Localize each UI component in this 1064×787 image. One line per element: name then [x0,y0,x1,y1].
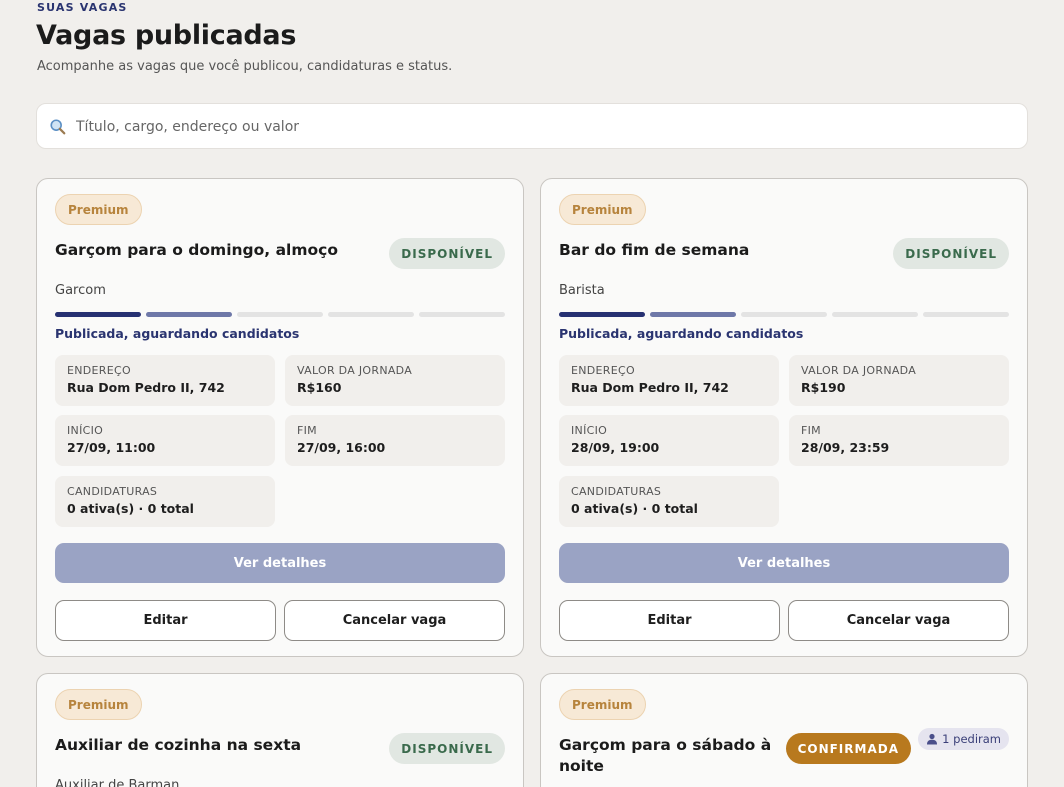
job-card: Premium Garçom para o domingo, almoço DI… [36,178,524,657]
page-eyebrow: SUAS VAGAS [37,1,128,14]
info-value: Rua Dom Pedro II, 742 [67,380,225,395]
progress-step [559,312,645,317]
job-title: Garçom para o domingo, almoço [55,241,338,259]
info-value: 0 ativa(s) · 0 total [571,501,698,516]
info-label: FIM [297,424,317,437]
progress-step [741,312,827,317]
info-label: ENDEREÇO [571,364,635,377]
view-details-button[interactable]: Ver detalhes [559,543,1009,583]
info-end: FIM 27/09, 16:00 [285,415,505,466]
info-label: ENDEREÇO [67,364,131,377]
info-applications: CANDIDATURAS 0 ativa(s) · 0 total [559,476,779,527]
edit-button[interactable]: Editar [559,600,780,641]
job-title: Bar do fim de semana [559,241,750,259]
status-badge: DISPONÍVEL [893,238,1009,269]
info-label: CANDIDATURAS [67,485,158,498]
info-value: Rua Dom Pedro II, 742 [571,380,729,395]
info-label: INÍCIO [571,424,608,437]
info-address: ENDEREÇO Rua Dom Pedro II, 742 [55,355,275,406]
info-value: 28/09, 19:00 [571,440,660,455]
progress-step [832,312,918,317]
status-badge: DISPONÍVEL [389,733,505,764]
search-icon [50,119,66,135]
job-card: Premium Bar do fim de semana DISPONÍVEL … [540,178,1028,657]
search-input[interactable] [76,116,976,138]
progress-step [419,312,505,317]
info-address: ENDEREÇO Rua Dom Pedro II, 742 [559,355,779,406]
status-text: Publicada, aguardando candidatos [55,326,300,341]
premium-badge: Premium [559,194,646,225]
info-end: FIM 28/09, 23:59 [789,415,1009,466]
info-value: 28/09, 23:59 [801,440,890,455]
info-pay: VALOR DA JORNADA R$190 [789,355,1009,406]
progress-step [55,312,141,317]
info-label: VALOR DA JORNADA [801,364,917,377]
cancel-job-button[interactable]: Cancelar vaga [788,600,1009,641]
status-badge: DISPONÍVEL [389,238,505,269]
info-start: INÍCIO 28/09, 19:00 [559,415,779,466]
job-title: Garçom para o sábado à noite [559,736,772,775]
progress-step [328,312,414,317]
status-badge: CONFIRMADA [785,733,911,764]
info-start: INÍCIO 27/09, 11:00 [55,415,275,466]
info-value: R$190 [801,380,846,395]
progress-bar [55,312,505,317]
job-role: Garcom [55,283,106,298]
info-pay: VALOR DA JORNADA R$160 [285,355,505,406]
info-value: 27/09, 16:00 [297,440,386,455]
info-label: CANDIDATURAS [571,485,662,498]
progress-step [237,312,323,317]
info-value: 27/09, 11:00 [67,440,156,455]
requests-count: 1 pediram [942,732,1001,746]
progress-step [146,312,232,317]
requests-badge: 1 pediram [918,728,1009,750]
view-details-button[interactable]: Ver detalhes [55,543,505,583]
search-bar [36,103,1028,149]
page-title: Vagas publicadas [36,20,297,51]
progress-step [650,312,736,317]
premium-badge: Premium [559,689,646,720]
edit-button[interactable]: Editar [55,600,276,641]
job-role: Auxiliar de Barman [55,778,180,787]
premium-badge: Premium [55,689,142,720]
info-label: FIM [801,424,821,437]
premium-badge: Premium [55,194,142,225]
job-title: Auxiliar de cozinha na sexta [55,736,302,754]
status-text: Publicada, aguardando candidatos [559,326,804,341]
info-value: R$160 [297,380,342,395]
page-subtitle: Acompanhe as vagas que você publicou, ca… [37,59,453,74]
info-label: INÍCIO [67,424,104,437]
person-icon [927,733,938,745]
job-card: Premium Garçom para o sábado à noite CON… [540,673,1028,787]
info-applications: CANDIDATURAS 0 ativa(s) · 0 total [55,476,275,527]
progress-step [923,312,1009,317]
job-card: Premium Auxiliar de cozinha na sexta DIS… [36,673,524,787]
cancel-job-button[interactable]: Cancelar vaga [284,600,505,641]
progress-bar [559,312,1009,317]
job-role: Barista [559,283,605,298]
info-value: 0 ativa(s) · 0 total [67,501,194,516]
info-label: VALOR DA JORNADA [297,364,413,377]
